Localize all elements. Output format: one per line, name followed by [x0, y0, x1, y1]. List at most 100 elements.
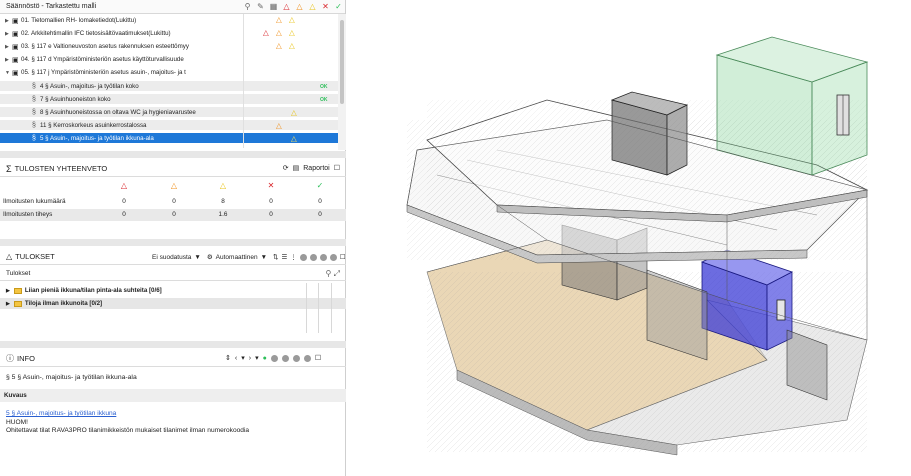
notice-icon: △: [289, 15, 295, 24]
expand-arrow-icon[interactable]: ▶: [5, 18, 12, 24]
updown-icon[interactable]: ⇕: [225, 354, 231, 362]
action-icon[interactable]: [329, 253, 337, 261]
filter-dropdown[interactable]: Ei suodatusta: [152, 254, 191, 261]
rules-tree: ▶ ▣ 01. Tietomallien RH- lomaketiedot(Lu…: [0, 14, 346, 150]
folder-icon: [13, 287, 22, 294]
action-icon[interactable]: [319, 253, 327, 261]
accepted-filter-icon[interactable]: ✓: [332, 2, 345, 11]
rule-row[interactable]: § 11 § Kerroskorkeus asuinkerrostalossa: [0, 120, 338, 131]
warning-icon: △: [276, 28, 282, 37]
results-header: △ TULOKSET Ei suodatusta ▼ ⚙ Automaattin…: [0, 249, 346, 265]
next-icon[interactable]: ›: [249, 355, 251, 362]
rule-row-selected[interactable]: § 5 § Asuin-, majoitus- ja työtilan ikku…: [0, 133, 338, 144]
list-icon[interactable]: ☰: [281, 253, 287, 261]
chevron-down-icon[interactable]: ▾: [255, 354, 259, 362]
grid-icon[interactable]: ▦: [267, 2, 280, 11]
expand-arrow-icon[interactable]: ▶: [5, 44, 12, 50]
action-icon[interactable]: [309, 253, 317, 261]
tree-icon[interactable]: ⋮: [290, 253, 297, 261]
warning-icon: △: [170, 181, 178, 190]
sort-icon[interactable]: ⇅: [273, 253, 278, 261]
maximize-icon[interactable]: ☐: [334, 164, 340, 172]
ruleset-row[interactable]: ▶ ▣ 03. § 117 e Valtioneuvoston asetus r…: [0, 41, 338, 52]
auto-mode-dropdown[interactable]: Automaattinen: [216, 254, 258, 261]
stair-shaft-volume: [610, 91, 689, 176]
expand-arrow-icon[interactable]: ▶: [6, 301, 10, 307]
expand-arrow-icon[interactable]: ▶: [5, 31, 12, 37]
action-icon[interactable]: [303, 354, 311, 362]
solibri-window: Säännöstö - Tarkastettu malli ⚲ ✎ ▦ △ △ …: [0, 0, 911, 476]
warning-icon: △: [276, 121, 282, 130]
summary-cell: 0: [269, 211, 273, 218]
section-sign-icon: §: [32, 134, 36, 142]
chevron-down-icon[interactable]: ▾: [241, 354, 245, 362]
action-icon[interactable]: [292, 354, 300, 362]
summary-cell: 8: [221, 198, 225, 205]
scrollbar-thumb[interactable]: [340, 20, 344, 104]
column-divider: [306, 283, 307, 333]
action-icon[interactable]: [299, 253, 307, 261]
rejected-filter-icon[interactable]: ✕: [319, 2, 332, 11]
section-sign-icon: §: [32, 108, 36, 116]
column-divider: [243, 14, 244, 148]
rule-row[interactable]: § 4 § Asuin-, majoitus- ja työtilan koko: [0, 81, 338, 92]
section-sign-icon: §: [32, 121, 36, 129]
ruleset-book-icon: ▣: [12, 69, 19, 77]
ruleset-label: 01. Tietomallien RH- lomaketiedot(Lukitt…: [21, 17, 137, 24]
prev-icon[interactable]: ‹: [235, 355, 237, 362]
window-frame: [776, 299, 786, 321]
highlight-icon[interactable]: ●: [263, 355, 267, 362]
ruleset-row[interactable]: ▶ ▣ 04. § 117 d Ympäristöministeriön ase…: [0, 54, 338, 65]
ruleset-row[interactable]: ▶ ▣ 02. Arkkitehtimallin IFC tietosisält…: [0, 28, 338, 39]
maximize-icon[interactable]: ☐: [340, 253, 346, 261]
info-title: INFO: [17, 353, 35, 363]
report-button[interactable]: Raportoi: [303, 165, 329, 172]
action-icon[interactable]: [270, 354, 278, 362]
rule-row[interactable]: § 8 § Asuinhuoneistossa on oltava WC ja …: [0, 107, 338, 118]
result-row[interactable]: ▶ Liian pieniä ikkuna/tilan pinta-ala su…: [0, 285, 346, 296]
accepted-icon: ✓: [316, 181, 324, 190]
low-filter-icon[interactable]: △: [306, 2, 319, 11]
maximize-icon[interactable]: ☐: [315, 354, 321, 362]
summary-icon-row: △ △ △ ✕ ✓: [0, 181, 346, 193]
section-sign-icon: §: [32, 82, 36, 90]
panel-divider[interactable]: [0, 239, 346, 246]
result-label: Tiloja ilman ikkunoita [0/2]: [24, 300, 103, 307]
rule-label: 7 § Asuinhuoneiston koko: [40, 95, 111, 103]
refresh-icon[interactable]: ⟳: [283, 164, 289, 172]
info-toolbar: ⇕ ‹ ▾ › ▾ ● ☐: [225, 354, 321, 362]
gear-icon: ⚙: [206, 254, 213, 261]
chevron-down-icon[interactable]: ▼: [194, 254, 200, 261]
highlighted-space-green[interactable]: [715, 36, 869, 176]
left-panel: Säännöstö - Tarkastettu malli ⚲ ✎ ▦ △ △ …: [0, 0, 346, 476]
section-sign-icon: §: [6, 374, 10, 381]
expand-arrow-icon[interactable]: ▶: [6, 288, 10, 294]
report-icon[interactable]: ▤: [293, 164, 300, 172]
chevron-down-icon[interactable]: ▼: [261, 254, 267, 261]
expand-arrow-icon[interactable]: ▶: [5, 57, 12, 63]
critical-filter-icon[interactable]: △: [280, 2, 293, 11]
description-section-label: Kuvaus: [0, 389, 346, 402]
ruleset-row-expanded[interactable]: ▼ ▣ 05. § 117 j Ympäristöministeriön ase…: [0, 67, 338, 78]
ruleset-row[interactable]: ▶ ▣ 01. Tietomallien RH- lomaketiedot(Lu…: [0, 15, 338, 26]
notice-icon: △: [289, 41, 295, 50]
rule-row[interactable]: § 7 § Asuinhuoneiston koko: [0, 94, 338, 105]
rule-link[interactable]: 5 § Asuin-, majoitus- ja työtilan ikkuna: [6, 410, 116, 417]
model-render[interactable]: [347, 0, 911, 476]
action-icon[interactable]: [281, 354, 289, 362]
result-row[interactable]: ▶ Tiloja ilman ikkunoita [0/2]: [0, 298, 346, 309]
summary-cell: 0: [318, 211, 322, 218]
moderate-filter-icon[interactable]: △: [293, 2, 306, 11]
panel-divider[interactable]: [0, 151, 346, 158]
3d-viewport[interactable]: [347, 0, 911, 476]
ok-badge: OK: [320, 84, 328, 90]
collapse-arrow-icon[interactable]: ▼: [5, 70, 12, 76]
results-tools-icon[interactable]: ⚲ ⤢: [326, 269, 340, 279]
ruleset-label: 02. Arkkitehtimallin IFC tietosisältövaa…: [21, 30, 171, 37]
panel-divider[interactable]: [0, 341, 346, 348]
paperclip-icon[interactable]: ⚲: [241, 2, 254, 11]
notice-icon: △: [289, 28, 295, 37]
edit-icon[interactable]: ✎: [254, 2, 267, 11]
error-icon: △: [120, 181, 128, 190]
rules-scrollbar[interactable]: [338, 14, 346, 150]
